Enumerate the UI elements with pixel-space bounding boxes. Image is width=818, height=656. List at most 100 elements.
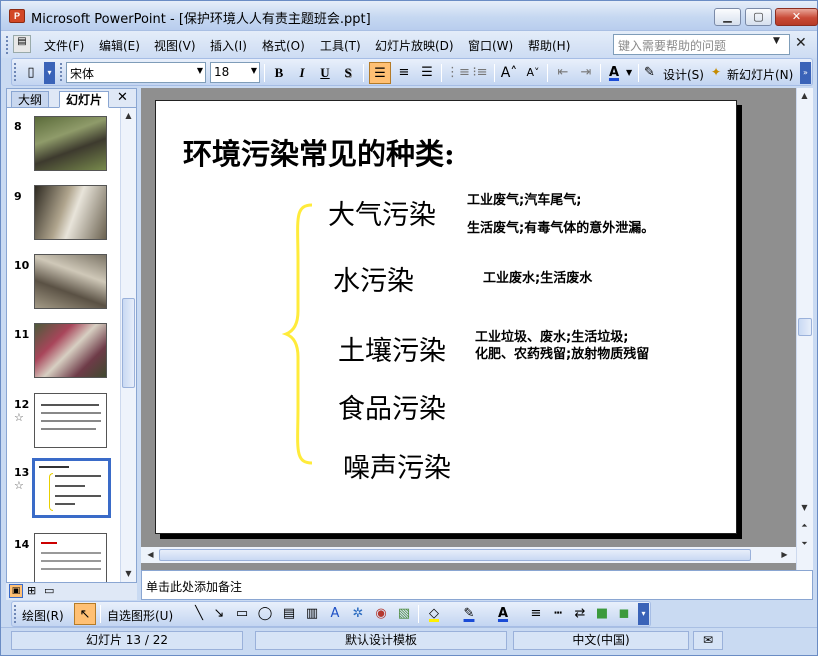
normal-view-icon[interactable]: ▣	[9, 584, 23, 598]
scroll-left-icon[interactable]: ◀	[143, 547, 158, 562]
new-document-icon[interactable]: ▯	[20, 62, 42, 84]
menu-slideshow[interactable]: 幻灯片放映(D)	[372, 35, 457, 55]
font-color-icon[interactable]: A	[492, 603, 514, 625]
document-close-button[interactable]: ✕	[795, 35, 807, 51]
dash-style-icon[interactable]: ┅	[547, 603, 569, 625]
shadow-style-icon[interactable]: ■	[591, 603, 613, 625]
slideshow-icon[interactable]: ▭	[44, 584, 54, 597]
menu-format[interactable]: 格式(O)	[259, 35, 308, 55]
category-water-pollution[interactable]: 水污染	[333, 259, 414, 298]
toolbar-grip[interactable]	[14, 605, 17, 623]
scrollbar-thumb[interactable]	[159, 549, 751, 561]
rectangle-icon[interactable]: ▭	[231, 603, 253, 625]
picture-icon[interactable]: ▧	[393, 603, 415, 625]
textbox-icon[interactable]: ▤	[278, 603, 300, 625]
italic-button[interactable]: I	[291, 62, 313, 84]
minimize-button[interactable]: ▁	[714, 8, 741, 26]
vertical-textbox-icon[interactable]: ▥	[301, 603, 323, 625]
chevron-down-icon[interactable]: ▼	[626, 68, 632, 77]
3d-style-icon[interactable]: ◼	[613, 603, 635, 625]
diagram-icon[interactable]: ✲	[347, 603, 369, 625]
tab-outline[interactable]: 大纲	[11, 91, 50, 108]
scrollbar-thumb[interactable]	[122, 298, 135, 388]
wordart-icon[interactable]: A	[324, 603, 346, 625]
font-color-icon[interactable]: A	[603, 62, 625, 84]
slide-title[interactable]: 环境污染常见的种类:	[183, 131, 455, 173]
font-name-select[interactable]: 宋体 ▼	[66, 62, 206, 83]
clipart-icon[interactable]: ◉	[370, 603, 392, 625]
slide-thumbnail-selected[interactable]	[32, 458, 111, 518]
slide-thumbnail[interactable]	[34, 533, 107, 582]
increase-indent-icon[interactable]: ⇥	[575, 62, 597, 84]
horizontal-scrollbar[interactable]: ◀ ▶	[141, 547, 796, 563]
help-search-input[interactable]: 键入需要帮助的问题	[613, 34, 790, 55]
slide-thumbnail[interactable]	[34, 393, 107, 448]
slide-thumbnail[interactable]	[34, 323, 107, 378]
line-icon[interactable]: ╲	[188, 603, 210, 625]
increase-font-icon[interactable]: A˄	[498, 62, 520, 84]
bold-button[interactable]: B	[268, 62, 290, 84]
toolbar-grip[interactable]	[14, 63, 17, 81]
tab-slides[interactable]: 幻灯片	[59, 91, 110, 108]
line-style-icon[interactable]: ≡	[525, 603, 547, 625]
slide-scrollbar[interactable]: ▲ ▼ ⏶ ⏷	[796, 88, 813, 570]
slide-sorter-icon[interactable]: ⊞	[27, 584, 36, 597]
shadow-button[interactable]: S	[337, 62, 359, 84]
category-food-pollution[interactable]: 食品污染	[338, 387, 446, 426]
spelling-icon[interactable]: ✉	[693, 631, 723, 650]
select-pointer-icon[interactable]: ↖	[74, 603, 96, 625]
decrease-indent-icon[interactable]: ⇤	[552, 62, 574, 84]
category-noise-pollution[interactable]: 噪声污染	[343, 446, 451, 485]
numbered-list-icon[interactable]: ⋮≡	[446, 62, 470, 84]
new-slide-button[interactable]: 新幻灯片(N)	[727, 66, 793, 83]
thumbnail-scrollbar[interactable]: ▲ ▼	[120, 108, 136, 582]
slide-thumbnail[interactable]	[34, 254, 107, 309]
notes-pane[interactable]: 单击此处添加备注	[141, 570, 813, 600]
scroll-up-icon[interactable]: ▲	[797, 88, 812, 103]
design-template-name[interactable]: 默认设计模板	[255, 631, 507, 650]
menu-tools[interactable]: 工具(T)	[317, 35, 364, 55]
decrease-font-icon[interactable]: A˅	[522, 62, 544, 84]
powerpoint-icon[interactable]: P	[9, 9, 25, 23]
arrow-icon[interactable]: ↘	[208, 603, 230, 625]
draw-menu-button[interactable]: 绘图(R)	[22, 607, 64, 624]
slide-thumbnail[interactable]	[34, 185, 107, 240]
autoshapes-button[interactable]: 自选图形(U)	[107, 607, 173, 624]
category-air-pollution[interactable]: 大气污染	[328, 193, 436, 232]
toolbar-options-icon[interactable]: ▾	[44, 62, 55, 84]
arrow-style-icon[interactable]: ⇄	[569, 603, 591, 625]
toolbar-grip[interactable]	[6, 36, 9, 54]
align-center-icon[interactable]: ≡	[393, 62, 415, 84]
oval-icon[interactable]: ◯	[254, 603, 276, 625]
scroll-down-icon[interactable]: ▼	[797, 500, 812, 515]
menu-help[interactable]: 帮助(H)	[525, 35, 573, 55]
maximize-button[interactable]: ▢	[745, 8, 772, 26]
align-right-icon[interactable]: ☰	[416, 62, 438, 84]
category-soil-pollution[interactable]: 土壤污染	[338, 329, 446, 368]
toolbar-grip[interactable]	[60, 63, 63, 81]
underline-button[interactable]: U	[314, 62, 336, 84]
scrollbar-thumb[interactable]	[798, 318, 812, 336]
bullet-list-icon[interactable]: ⁝≡	[469, 62, 491, 84]
fill-color-icon[interactable]: ◇	[423, 603, 445, 625]
menu-view[interactable]: 视图(V)	[151, 35, 199, 55]
slide-thumbnail[interactable]	[34, 116, 107, 171]
slide-canvas[interactable]: 环境污染常见的种类: 大气污染 工业废气;汽车尾气; 生活废气;有毒气体的意外泄…	[155, 100, 737, 534]
menu-file[interactable]: 文件(F)	[41, 35, 87, 55]
scroll-right-icon[interactable]: ▶	[777, 547, 792, 562]
line-color-icon[interactable]: ✎	[458, 603, 480, 625]
menu-insert[interactable]: 插入(I)	[207, 35, 250, 55]
pane-close-button[interactable]: ✕	[117, 90, 128, 105]
next-slide-icon[interactable]: ⏷	[797, 536, 812, 551]
document-icon[interactable]: ▤	[13, 35, 31, 53]
chevron-down-icon[interactable]: ▼	[773, 36, 780, 46]
close-button[interactable]: ✕	[775, 8, 818, 26]
toolbar-options-icon[interactable]: ▾	[638, 603, 649, 625]
toolbar-options-icon[interactable]: »	[800, 62, 811, 84]
font-size-select[interactable]: 18 ▼	[210, 62, 260, 83]
previous-slide-icon[interactable]: ⏶	[797, 518, 812, 533]
scroll-down-icon[interactable]: ▼	[121, 566, 136, 581]
menu-edit[interactable]: 编辑(E)	[96, 35, 143, 55]
design-button[interactable]: 设计(S)	[663, 66, 704, 83]
align-left-icon[interactable]: ☰	[369, 62, 391, 84]
